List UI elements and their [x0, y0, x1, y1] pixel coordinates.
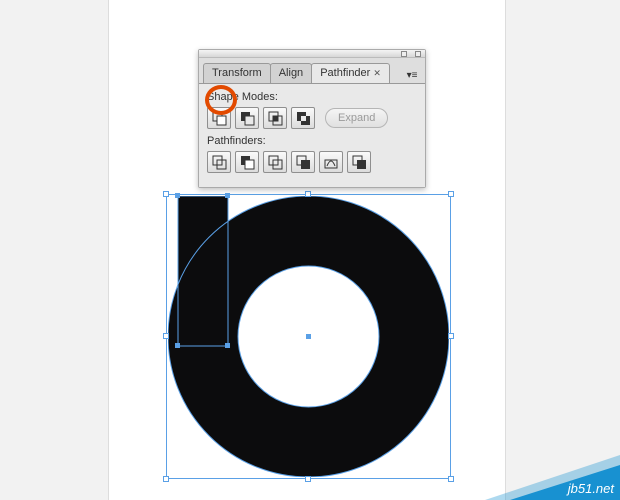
resize-handle-n[interactable] — [305, 191, 311, 197]
pathfinder-panel: Transform Align Pathfinder✕ ▾≡ Shape Mod… — [198, 49, 426, 188]
resize-handle-e[interactable] — [448, 333, 454, 339]
watermark-url: jb51.net — [568, 481, 614, 496]
resize-handle-se[interactable] — [448, 476, 454, 482]
center-point — [306, 334, 311, 339]
resize-handle-nw[interactable] — [163, 191, 169, 197]
panel-close-button[interactable] — [415, 51, 421, 57]
minus-back-button[interactable] — [347, 151, 371, 173]
minus-front-button[interactable] — [235, 107, 259, 129]
merge-button[interactable] — [263, 151, 287, 173]
intersect-button[interactable] — [263, 107, 287, 129]
intersect-icon — [267, 110, 283, 126]
tab-label: Transform — [212, 67, 262, 79]
outline-icon — [323, 154, 339, 170]
close-icon[interactable]: ✕ — [373, 68, 381, 78]
anchor-point[interactable] — [175, 343, 180, 348]
outline-button[interactable] — [319, 151, 343, 173]
anchor-point[interactable] — [175, 193, 180, 198]
merge-icon — [267, 154, 283, 170]
selected-shape-group[interactable] — [168, 196, 449, 477]
panel-tabs: Transform Align Pathfinder✕ ▾≡ — [199, 58, 425, 83]
minus-front-icon — [239, 110, 255, 126]
expand-label: Expand — [338, 112, 375, 124]
exclude-button[interactable] — [291, 107, 315, 129]
resize-handle-s[interactable] — [305, 476, 311, 482]
crop-icon — [295, 154, 311, 170]
unite-button[interactable] — [207, 107, 231, 129]
divide-button[interactable] — [207, 151, 231, 173]
resize-handle-sw[interactable] — [163, 476, 169, 482]
tab-align[interactable]: Align — [270, 63, 312, 83]
resize-handle-w[interactable] — [163, 333, 169, 339]
resize-handle-ne[interactable] — [448, 191, 454, 197]
panel-minimize-button[interactable] — [401, 51, 407, 57]
trim-icon — [239, 154, 255, 170]
unite-icon — [211, 110, 227, 126]
minus-back-icon — [351, 154, 367, 170]
anchor-point[interactable] — [225, 193, 230, 198]
exclude-icon — [295, 110, 311, 126]
anchor-point[interactable] — [225, 343, 230, 348]
expand-button[interactable]: Expand — [325, 108, 388, 128]
shape-modes-label: Shape Modes: — [207, 91, 417, 103]
trim-button[interactable] — [235, 151, 259, 173]
tab-transform[interactable]: Transform — [203, 63, 271, 83]
tab-pathfinder[interactable]: Pathfinder✕ — [311, 63, 390, 83]
tab-label: Align — [279, 67, 303, 79]
tab-label: Pathfinder — [320, 67, 370, 79]
crop-button[interactable] — [291, 151, 315, 173]
panel-titlebar[interactable] — [199, 50, 425, 58]
divide-icon — [211, 154, 227, 170]
pathfinders-label: Pathfinders: — [207, 135, 417, 147]
panel-menu-button[interactable]: ▾≡ — [403, 69, 421, 83]
